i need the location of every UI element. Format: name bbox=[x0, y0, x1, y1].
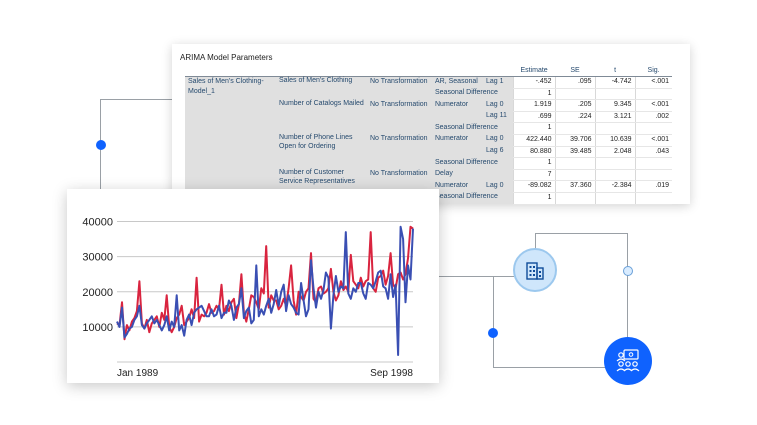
connector-line bbox=[439, 276, 514, 277]
sig-cell: .002 bbox=[634, 111, 673, 124]
t-cell bbox=[594, 192, 636, 205]
y-tick-label: 20000 bbox=[82, 287, 113, 299]
t-cell: 10.639 bbox=[594, 134, 636, 147]
sig-cell bbox=[634, 169, 673, 182]
col-header-sig: Sig. bbox=[635, 65, 673, 77]
se-cell bbox=[554, 122, 596, 135]
model-label: Sales of Men's Clothing-Model_1 bbox=[185, 76, 276, 205]
se-cell: .224 bbox=[554, 111, 596, 124]
variable-label: Number of Phone Lines Open for Ordering bbox=[276, 134, 367, 170]
y-tick-label: 30000 bbox=[82, 252, 113, 264]
y-tick-label: 10000 bbox=[82, 322, 113, 334]
connector-line bbox=[100, 99, 175, 100]
col-header-t: t bbox=[595, 65, 636, 77]
sig-cell bbox=[634, 122, 673, 135]
customer-service-node[interactable] bbox=[604, 337, 652, 385]
connector-dot bbox=[488, 328, 498, 338]
estimate-cell: 1 bbox=[512, 192, 556, 205]
param-label: AR, Seasonal bbox=[433, 76, 484, 89]
estimate-cell: 7 bbox=[512, 169, 556, 182]
sig-cell: .043 bbox=[634, 146, 673, 159]
param-label: Seasonal Difference bbox=[433, 122, 514, 135]
sig-cell: <.001 bbox=[634, 76, 673, 89]
se-cell: 37.360 bbox=[554, 180, 596, 193]
variable-label: Sales of Men's Clothing bbox=[276, 76, 367, 100]
transform-label: No Transformation bbox=[367, 76, 433, 100]
se-cell bbox=[554, 192, 596, 205]
t-cell bbox=[594, 157, 636, 170]
col-header-se: SE bbox=[555, 65, 596, 77]
param-label: Seasonal Difference bbox=[433, 88, 514, 100]
lag-label: Lag 0 bbox=[484, 134, 514, 147]
time-series-chart-panel: 10000 20000 30000 40000 Jan 1989 Sep 1998 bbox=[67, 189, 439, 383]
estimate-cell: 1 bbox=[512, 88, 556, 101]
estimate-cell: .699 bbox=[512, 111, 556, 124]
se-cell bbox=[554, 88, 596, 101]
estimate-cell: 422.440 bbox=[512, 134, 556, 147]
param-label: Numerator bbox=[433, 134, 484, 158]
param-label: Numerator bbox=[433, 99, 484, 123]
estimate-cell: 1.919 bbox=[512, 99, 556, 112]
t-cell: -2.384 bbox=[594, 180, 636, 193]
connector-line bbox=[493, 276, 494, 368]
se-cell: 39.706 bbox=[554, 134, 596, 147]
connector-line bbox=[493, 367, 605, 368]
sig-cell bbox=[634, 88, 673, 101]
param-label: Seasonal Difference bbox=[433, 157, 514, 170]
lag-label: Lag 11 bbox=[484, 111, 514, 123]
se-cell bbox=[554, 157, 596, 170]
sig-cell bbox=[634, 157, 673, 170]
estimate-cell: 80.880 bbox=[512, 146, 556, 159]
estimate-cell: -89.082 bbox=[512, 180, 556, 193]
table-row: Sales of Men's Clothing-Model_1 Sales of… bbox=[185, 76, 673, 205]
estimate-cell: 1 bbox=[512, 122, 556, 135]
series-line-2 bbox=[116, 225, 414, 356]
t-cell bbox=[594, 122, 636, 135]
table-title: ARIMA Model Parameters bbox=[180, 53, 273, 62]
y-tick-label: 40000 bbox=[82, 217, 113, 229]
variable-label: Number of Catalogs Mailed bbox=[276, 99, 367, 135]
connector-line bbox=[535, 233, 628, 234]
lag-label: Lag 0 bbox=[484, 99, 514, 112]
building-icon bbox=[526, 262, 544, 280]
connector-line bbox=[535, 233, 536, 249]
building-node[interactable] bbox=[513, 248, 557, 292]
connector-dot bbox=[96, 140, 106, 150]
sig-cell: <.001 bbox=[634, 99, 673, 112]
transform-label: No Transformation bbox=[367, 134, 433, 170]
param-label: Delay bbox=[433, 169, 514, 181]
arima-parameters-panel: ARIMA Model Parameters Estimate SE t Sig… bbox=[172, 44, 690, 205]
t-cell bbox=[594, 169, 636, 182]
param-label: Numerator bbox=[433, 180, 484, 193]
lag-label: Lag 6 bbox=[484, 146, 514, 158]
se-cell: .095 bbox=[554, 76, 596, 89]
people-icon bbox=[616, 349, 640, 372]
sig-cell bbox=[634, 192, 673, 205]
arima-parameters-table: Estimate SE t Sig. Sales of Men's Clothi… bbox=[185, 65, 673, 205]
sig-cell: <.001 bbox=[634, 134, 673, 147]
se-cell: .205 bbox=[554, 99, 596, 112]
se-cell: 39.485 bbox=[554, 146, 596, 159]
connector-line bbox=[627, 233, 628, 338]
x-tick-label: Jan 1989 bbox=[117, 368, 159, 379]
param-label: Seasonal Difference bbox=[433, 192, 514, 205]
t-cell: 3.121 bbox=[594, 111, 636, 124]
lag-label: Lag 1 bbox=[484, 76, 514, 89]
estimate-cell: -.452 bbox=[512, 76, 556, 89]
estimate-cell: 1 bbox=[512, 157, 556, 170]
x-tick-label: Sep 1998 bbox=[370, 368, 413, 379]
t-cell: 9.345 bbox=[594, 99, 636, 112]
t-cell: -4.742 bbox=[594, 76, 636, 89]
transform-label: No Transformation bbox=[367, 99, 433, 135]
lag-label: Lag 0 bbox=[484, 180, 514, 193]
t-cell: 2.048 bbox=[594, 146, 636, 159]
se-cell bbox=[554, 169, 596, 182]
t-cell bbox=[594, 88, 636, 101]
time-series-chart: 10000 20000 30000 40000 Jan 1989 Sep 1998 bbox=[82, 217, 414, 379]
sig-cell: .019 bbox=[634, 180, 673, 193]
table-header-row: Estimate SE t Sig. bbox=[185, 65, 673, 77]
col-header-estimate: Estimate bbox=[513, 65, 556, 77]
connector-dot bbox=[623, 266, 633, 276]
